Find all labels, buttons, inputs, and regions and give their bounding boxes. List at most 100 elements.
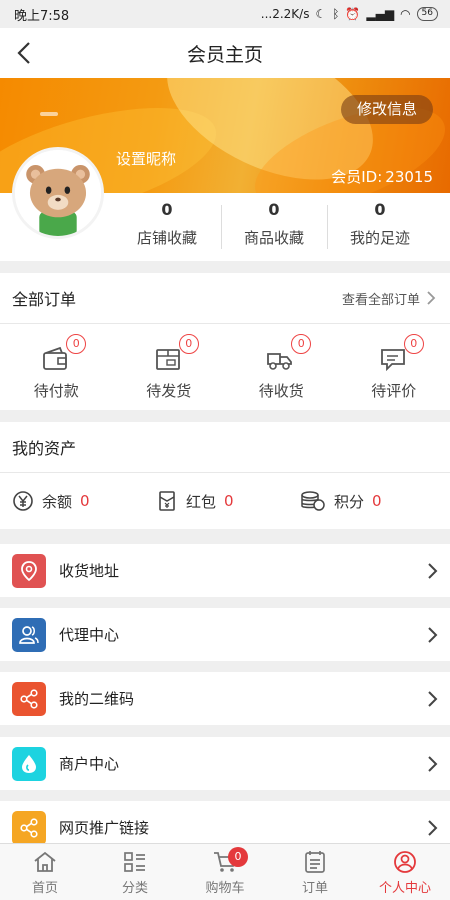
alarm-icon: ⏰	[345, 7, 361, 21]
asset-value: 0	[80, 492, 90, 510]
user-icon	[394, 851, 416, 873]
stat-footprint[interactable]: 0 我的足迹	[328, 200, 432, 248]
signal-icon: ▂▄▆	[366, 7, 395, 21]
coins-icon	[301, 491, 325, 511]
asset-red-packet[interactable]: 红包 0	[156, 490, 300, 512]
bluetooth-icon: ᛒ	[332, 7, 340, 21]
header-bar: 会员主页	[0, 28, 450, 78]
yen-icon	[13, 491, 33, 511]
bottom-tab-bar: 首页 分类 0 购物车 订单 个人中心	[0, 843, 450, 900]
asset-label: 红包	[186, 492, 217, 511]
stat-value: 0	[268, 200, 280, 219]
tab-label: 订单	[301, 881, 328, 896]
tab-label: 首页	[31, 881, 58, 896]
drop-icon	[12, 746, 46, 781]
asset-label: 余额	[42, 492, 73, 511]
menu-label: 代理中心	[59, 626, 120, 644]
back-icon[interactable]	[12, 40, 38, 66]
order-badge: 0	[178, 334, 199, 354]
status-time: 晚上7:58	[14, 8, 70, 24]
red-packet-icon	[159, 491, 175, 511]
menu-label: 收货地址	[59, 562, 120, 580]
stat-label: 商品收藏	[243, 229, 304, 247]
assets-row: 余额 0 红包 0 积分 0	[0, 473, 450, 529]
tab-label: 分类	[121, 881, 148, 896]
asset-value: 0	[224, 492, 234, 510]
order-pending-review[interactable]: 0 待评价	[338, 324, 450, 410]
package-icon: 0	[153, 334, 199, 374]
orders-icon	[305, 851, 325, 873]
stat-label: 我的足迹	[349, 229, 410, 247]
status-bar: 晚上7:58 ...2.2K/s ☾ ᛒ ⏰ ▂▄▆ ◠ 56	[0, 0, 450, 28]
battery-icon: 56	[416, 7, 438, 21]
order-badge: 0	[403, 334, 424, 354]
menu-label: 商户中心	[59, 755, 120, 773]
order-status-row: 0 待付款 0 待发货 0 待收货 0 待评价	[0, 324, 450, 410]
share-icon	[12, 810, 46, 845]
order-badge: 0	[291, 334, 312, 354]
stat-product-favorites[interactable]: 0 商品收藏	[222, 200, 326, 248]
asset-points[interactable]: 积分 0	[300, 490, 444, 512]
tab-category[interactable]: 分类	[90, 844, 180, 900]
chevron-right-icon	[428, 690, 438, 707]
chevron-right-icon	[428, 626, 438, 643]
comment-icon: 0	[378, 334, 424, 374]
menu-agent-center[interactable]: 代理中心	[0, 608, 450, 661]
member-id-value: 23015	[385, 168, 433, 186]
tab-label: 购物车	[205, 881, 245, 896]
chevron-right-icon	[427, 291, 436, 305]
location-icon	[12, 553, 46, 588]
menu-shipping-address[interactable]: 收货地址	[0, 544, 450, 597]
category-icon	[124, 852, 145, 872]
tab-cart[interactable]: 0 购物车	[180, 844, 270, 900]
menu-my-qrcode[interactable]: 我的二维码	[0, 672, 450, 725]
wallet-icon: 0	[40, 334, 87, 374]
set-nickname-link[interactable]: 设置昵称	[116, 148, 176, 169]
order-pending-payment[interactable]: 0 待付款	[0, 324, 113, 410]
assets-title: 我的资产	[12, 439, 77, 458]
stat-shop-favorites[interactable]: 0 店铺收藏	[115, 200, 219, 248]
tab-profile[interactable]: 个人中心	[360, 844, 450, 900]
view-all-orders-link[interactable]: 查看全部订单	[342, 289, 436, 308]
order-label: 待评价	[371, 382, 417, 400]
page-title: 会员主页	[186, 43, 263, 66]
stat-label: 店铺收藏	[136, 229, 197, 247]
order-pending-receipt[interactable]: 0 待收货	[225, 324, 338, 410]
member-id: 会员ID: 23015	[331, 166, 433, 187]
order-badge: 0	[66, 334, 87, 354]
asset-balance[interactable]: 余额 0	[12, 490, 156, 512]
agent-icon	[12, 617, 46, 652]
stat-value: 0	[161, 200, 173, 219]
stat-value: 0	[374, 200, 386, 219]
order-pending-shipment[interactable]: 0 待发货	[113, 324, 226, 410]
menu-label: 网页推广链接	[59, 819, 150, 837]
assets-header: 我的资产	[0, 422, 450, 472]
view-all-orders-label: 查看全部订单	[341, 292, 420, 308]
asset-value: 0	[372, 492, 382, 510]
menu-merchant-center[interactable]: 商户中心	[0, 737, 450, 790]
moon-icon: ☾	[315, 7, 327, 21]
assets-section: 我的资产 余额 0 红包 0 积分 0	[0, 422, 450, 529]
order-label: 待付款	[33, 382, 79, 400]
share-icon	[12, 681, 46, 716]
orders-section: 全部订单 查看全部订单 0 待付款 0 待发货 0 待收货 0 待评价	[0, 273, 450, 410]
network-speed: ...2.2K/s	[260, 7, 310, 21]
chevron-right-icon	[428, 755, 438, 772]
avatar[interactable]	[12, 147, 104, 239]
order-label: 待收货	[258, 382, 304, 400]
edit-profile-button[interactable]: 修改信息	[341, 95, 433, 124]
orders-header: 全部订单 查看全部订单	[0, 273, 450, 323]
orders-title: 全部订单	[12, 290, 77, 309]
tab-home[interactable]: 首页	[0, 844, 90, 900]
home-icon	[34, 851, 56, 872]
cart-badge: 0	[228, 847, 248, 867]
bear-avatar-icon	[15, 150, 101, 236]
wifi-icon: ◠	[400, 7, 411, 21]
chevron-right-icon	[428, 562, 438, 579]
menu-label: 我的二维码	[59, 690, 135, 708]
tab-orders[interactable]: 订单	[270, 844, 360, 900]
tab-label: 个人中心	[378, 881, 431, 896]
truck-icon: 0	[265, 334, 312, 374]
asset-label: 积分	[334, 492, 365, 511]
status-indicators: ...2.2K/s ☾ ᛒ ⏰ ▂▄▆ ◠ 56	[261, 7, 438, 21]
